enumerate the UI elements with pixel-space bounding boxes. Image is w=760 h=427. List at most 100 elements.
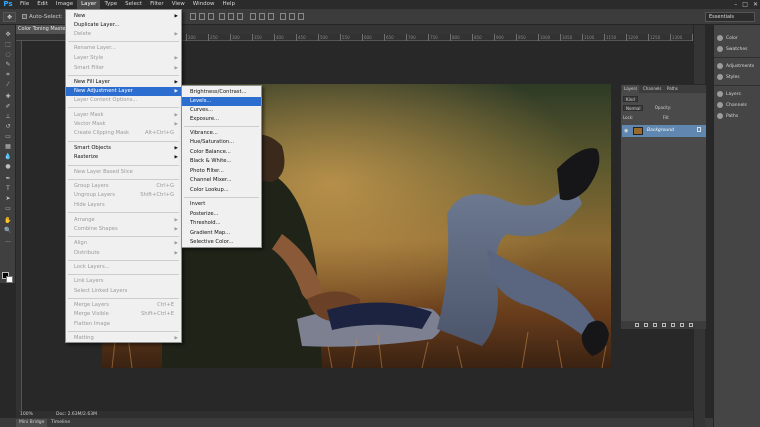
dock-swatches[interactable]: Swatches xyxy=(717,44,748,54)
menu-view[interactable]: View xyxy=(168,0,189,9)
gradient-tool-icon[interactable]: ▦ xyxy=(3,143,13,150)
menu-item-new-adjustment-layer[interactable]: New Adjustment Layer ▶ xyxy=(66,87,181,96)
layer-style-icon[interactable] xyxy=(643,323,648,327)
submenu-item-exposure[interactable]: Exposure... xyxy=(182,115,261,124)
rectangle-tool-icon[interactable]: ▭ xyxy=(3,205,13,212)
brush-tool-icon[interactable]: ✐ xyxy=(3,103,13,110)
delete-layer-icon[interactable] xyxy=(688,323,693,327)
submenu-item-color-balance[interactable]: Color Balance... xyxy=(182,148,261,157)
close-icon[interactable]: ✕ xyxy=(753,1,758,8)
align-right-icon[interactable] xyxy=(237,13,243,20)
layer-name[interactable]: Background xyxy=(647,127,674,135)
auto-select-checkbox[interactable]: Auto-Select: xyxy=(22,12,63,22)
menu-item-hide-layers[interactable]: Hide Layers xyxy=(66,201,181,210)
menu-item-merge-visible[interactable]: Merge Visible Shift+Ctrl+E xyxy=(66,310,181,319)
dock-color[interactable]: Color xyxy=(717,33,738,43)
blur-tool-icon[interactable]: 💧 xyxy=(3,153,13,160)
dodge-tool-icon[interactable]: ● xyxy=(3,163,13,170)
menu-item-select-linked-layers[interactable]: Select Linked Layers xyxy=(66,287,181,296)
new-layer-icon[interactable] xyxy=(679,323,684,327)
distribute-right-icon[interactable] xyxy=(298,13,304,20)
menu-item-smart-objects[interactable]: Smart Objects ▶ xyxy=(66,144,181,153)
menu-item-layer-mask[interactable]: Layer Mask ▶ xyxy=(66,111,181,120)
crop-tool-icon[interactable]: ⌗ xyxy=(3,71,13,78)
menu-item-layer-style[interactable]: Layer Style ▶ xyxy=(66,54,181,63)
menu-filter[interactable]: Filter xyxy=(146,0,168,9)
link-layers-icon[interactable] xyxy=(634,323,639,327)
lasso-tool-icon[interactable]: ◌ xyxy=(3,51,13,58)
submenu-item-gradient-map[interactable]: Gradient Map... xyxy=(182,229,261,238)
distribute-center-icon[interactable] xyxy=(289,13,295,20)
distribute-middle-icon[interactable] xyxy=(259,13,265,20)
add-mask-icon[interactable] xyxy=(652,323,657,327)
blend-mode-select[interactable]: Normal xyxy=(623,105,644,111)
healing-brush-tool-icon[interactable]: ✚ xyxy=(3,93,13,100)
quick-select-tool-icon[interactable]: ✎ xyxy=(3,61,13,68)
submenu-item-levels[interactable]: Levels... xyxy=(182,97,261,106)
move-tool-preset-icon[interactable]: ✥ xyxy=(3,12,16,22)
document-size[interactable]: Doc: 2.63M/2.63M xyxy=(56,411,97,418)
menu-item-rename-layer[interactable]: Rename Layer... xyxy=(66,44,181,53)
dock-paths[interactable]: Paths xyxy=(717,111,738,121)
menu-type[interactable]: Type xyxy=(100,0,121,9)
menu-item-new-layer-based-slice[interactable]: New Layer Based Slice xyxy=(66,168,181,177)
align-bottom-icon[interactable] xyxy=(208,13,214,20)
history-brush-tool-icon[interactable]: ↺ xyxy=(3,123,13,130)
menu-item-arrange[interactable]: Arrange ▶ xyxy=(66,216,181,225)
menu-item-align[interactable]: Align ▶ xyxy=(66,239,181,248)
visibility-eye-icon[interactable]: ◉ xyxy=(624,128,628,134)
menu-item-flatten-image[interactable]: Flatten Image xyxy=(66,320,181,329)
submenu-item-channel-mixer[interactable]: Channel Mixer... xyxy=(182,176,261,185)
menu-item-rasterize[interactable]: Rasterize ▶ xyxy=(66,153,181,162)
menu-item-group-layers[interactable]: Group Layers Ctrl+G xyxy=(66,182,181,191)
menu-item-new-fill-layer[interactable]: New Fill Layer ▶ xyxy=(66,78,181,87)
submenu-item-brightness-contrast[interactable]: Brightness/Contrast... xyxy=(182,88,261,97)
menu-item-smart-filter[interactable]: Smart Filter ▶ xyxy=(66,64,181,73)
menu-item-distribute[interactable]: Distribute ▶ xyxy=(66,249,181,258)
type-tool-icon[interactable]: T xyxy=(3,185,13,192)
clone-stamp-tool-icon[interactable]: ⊥ xyxy=(3,113,13,120)
menu-file[interactable]: File xyxy=(16,0,33,9)
submenu-item-posterize[interactable]: Posterize... xyxy=(182,210,261,219)
move-tool-icon[interactable]: ✥ xyxy=(3,31,13,38)
submenu-item-invert[interactable]: Invert xyxy=(182,200,261,209)
hand-tool-icon[interactable]: ✋ xyxy=(3,217,13,224)
distribute-left-icon[interactable] xyxy=(280,13,286,20)
adjustment-layer-icon[interactable] xyxy=(661,323,666,327)
background-color-swatch[interactable] xyxy=(6,276,13,283)
path-selection-tool-icon[interactable]: ➤ xyxy=(3,195,13,202)
submenu-item-vibrance[interactable]: Vibrance... xyxy=(182,129,261,138)
dock-layers[interactable]: Layers xyxy=(717,89,741,99)
tab-layers[interactable]: Layers xyxy=(622,85,640,93)
tab-paths[interactable]: Paths xyxy=(665,85,680,93)
new-group-icon[interactable] xyxy=(670,323,675,327)
menu-item-duplicate-layer[interactable]: Duplicate Layer... xyxy=(66,21,181,30)
minimize-icon[interactable]: – xyxy=(734,1,737,8)
dock-adjustments[interactable]: Adjustments xyxy=(717,61,754,71)
tab-channels[interactable]: Channels xyxy=(641,85,664,93)
menu-item-ungroup-layers[interactable]: Ungroup Layers Shift+Ctrl+G xyxy=(66,191,181,200)
dock-styles[interactable]: Styles xyxy=(717,72,740,82)
kind-filter-select[interactable]: Kind xyxy=(623,96,638,102)
menu-item-delete[interactable]: Delete ▶ xyxy=(66,30,181,39)
menu-item-combine-shapes[interactable]: Combine Shapes ▶ xyxy=(66,225,181,234)
menu-item-matting[interactable]: Matting ▶ xyxy=(66,334,181,343)
menu-layer[interactable]: Layer xyxy=(77,0,101,9)
align-middle-icon[interactable] xyxy=(199,13,205,20)
align-left-icon[interactable] xyxy=(219,13,225,20)
menu-select[interactable]: Select xyxy=(121,0,146,9)
more-tools-icon[interactable]: ··· xyxy=(3,239,13,246)
workspace-select[interactable]: Essentials xyxy=(705,12,755,22)
menu-item-new[interactable]: New ▶ xyxy=(66,12,181,21)
dock-channels[interactable]: Channels xyxy=(717,100,747,110)
menu-item-link-layers[interactable]: Link Layers xyxy=(66,277,181,286)
zoom-tool-icon[interactable]: 🔍 xyxy=(3,227,13,234)
maximize-icon[interactable]: □ xyxy=(742,1,748,8)
menu-window[interactable]: Window xyxy=(189,0,219,9)
submenu-item-curves[interactable]: Curves... xyxy=(182,106,261,115)
tab-timeline[interactable]: Timeline xyxy=(48,419,73,427)
submenu-item-selective-color[interactable]: Selective Color... xyxy=(182,238,261,247)
align-top-icon[interactable] xyxy=(190,13,196,20)
menu-item-vector-mask[interactable]: Vector Mask ▶ xyxy=(66,120,181,129)
pen-tool-icon[interactable]: ✒ xyxy=(3,175,13,182)
